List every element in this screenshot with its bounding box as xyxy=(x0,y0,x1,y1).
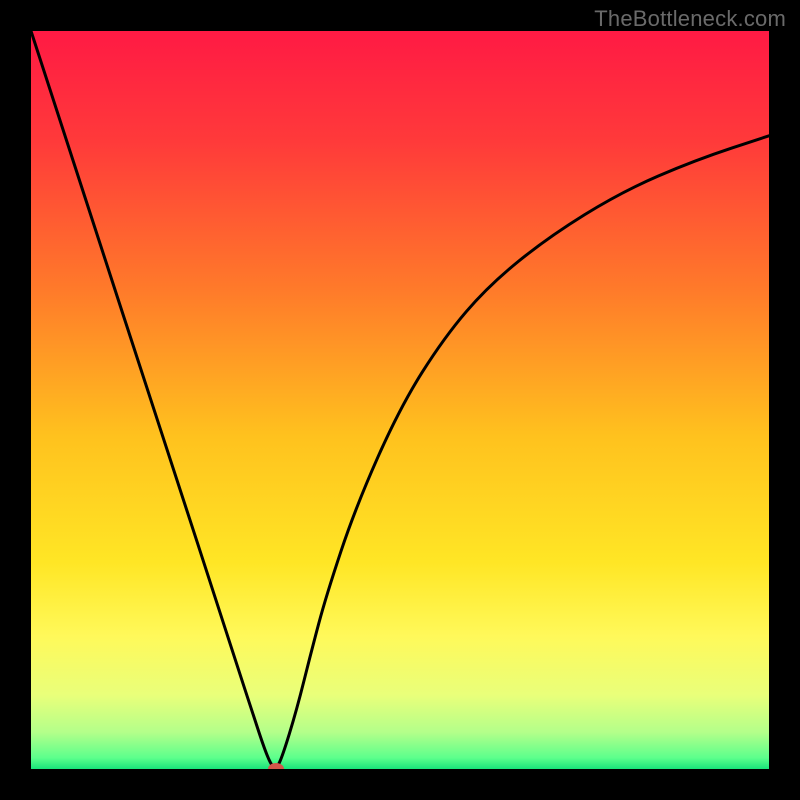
bottleneck-chart xyxy=(31,31,769,769)
chart-frame: TheBottleneck.com xyxy=(0,0,800,800)
plot-background xyxy=(31,31,769,769)
watermark-text: TheBottleneck.com xyxy=(594,6,786,32)
